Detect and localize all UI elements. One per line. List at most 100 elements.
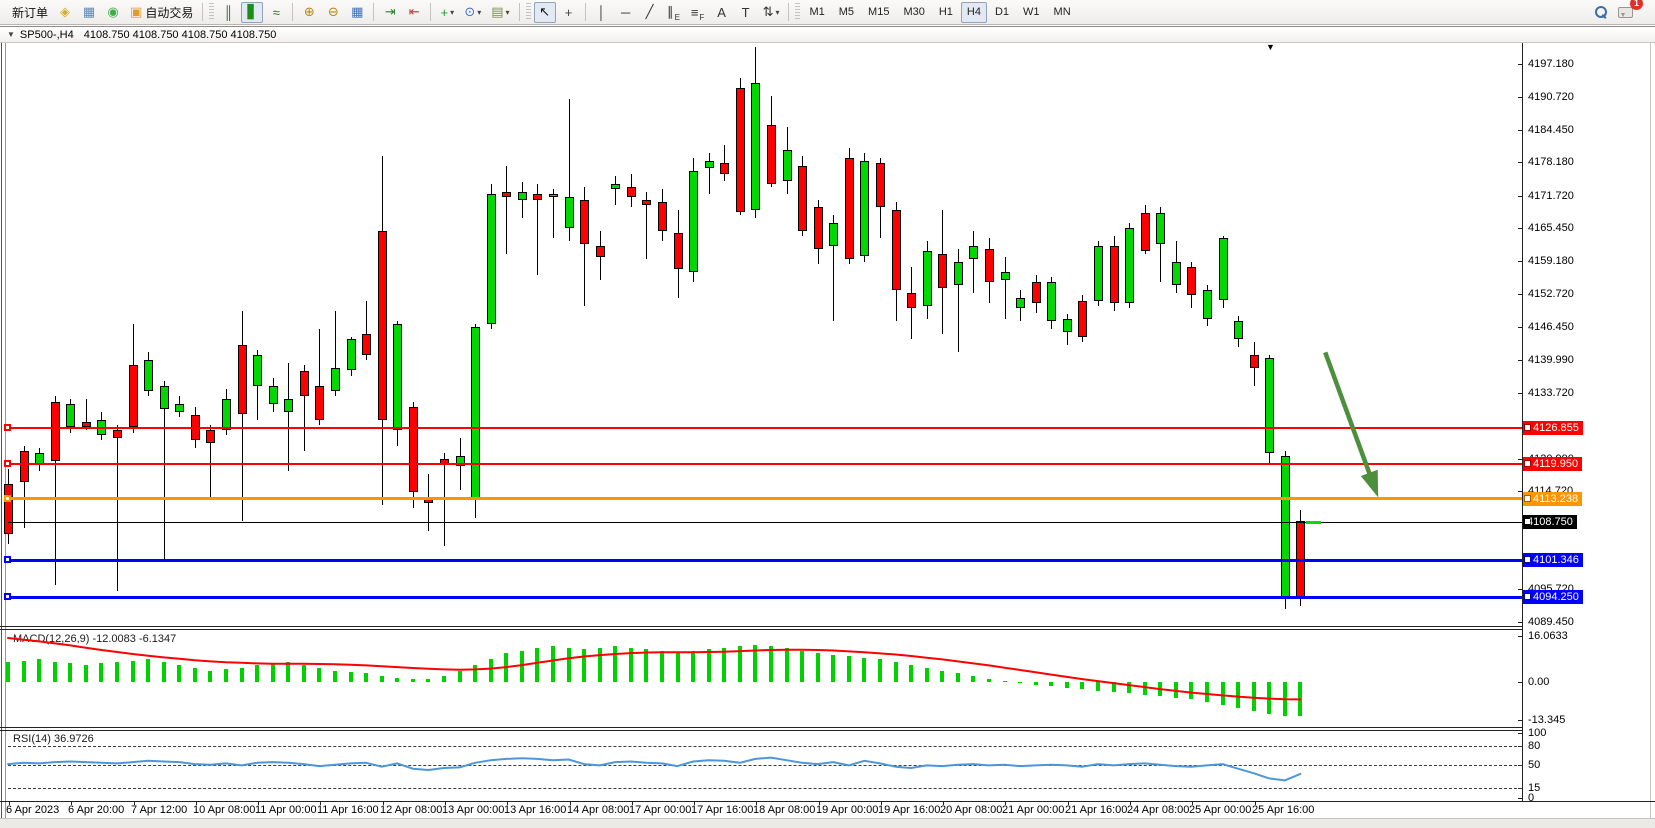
horizontal-line-object[interactable]: [8, 522, 1522, 523]
chart-window-titlebar[interactable]: ▼ SP500-,H4 4108.750 4108.750 4108.750 4…: [0, 26, 1655, 43]
candle-bull: [1265, 358, 1274, 454]
indicators-icon[interactable]: +▾: [436, 2, 458, 23]
crosshair-icon[interactable]: +: [558, 2, 580, 23]
cursor-icon[interactable]: ↖: [534, 2, 556, 23]
macd-histogram-bar: [426, 679, 430, 682]
candle-bull: [1094, 246, 1103, 300]
vertical-line-icon[interactable]: │: [591, 2, 613, 23]
candle-bull: [331, 368, 340, 391]
arrows-icon[interactable]: ⇅▾: [759, 2, 784, 23]
candle-bear: [51, 402, 60, 462]
bar-chart-icon[interactable]: ║: [217, 2, 239, 23]
line-chart-icon[interactable]: ≈: [265, 2, 287, 23]
candle-bear: [642, 200, 651, 205]
price-axis-tick: [1518, 97, 1522, 98]
text-icon[interactable]: A: [711, 2, 733, 23]
arrows-icon-dropdown[interactable]: ▾: [775, 8, 779, 17]
periods-icon-dropdown[interactable]: ▾: [477, 8, 481, 17]
periods-icon[interactable]: ⊙▾: [460, 2, 485, 23]
horizontal-line-object[interactable]: [8, 463, 1522, 465]
candle-bull: [923, 251, 932, 305]
candle-bull: [611, 184, 620, 189]
timeframe-button-m1[interactable]: M1: [803, 2, 830, 23]
new-order-icon[interactable]: ◈: [54, 2, 76, 23]
timeframe-button-m5[interactable]: M5: [833, 2, 860, 23]
templates-icon[interactable]: ▤▾: [487, 2, 513, 23]
timeframe-button-h1[interactable]: H1: [933, 2, 959, 23]
bar-chart-icon: ║: [224, 5, 233, 20]
candle-wick: [522, 182, 523, 218]
macd-pane-top-border2: [0, 629, 1523, 630]
notifications-button[interactable]: 1: [1614, 2, 1637, 23]
macd-histogram-bar: [162, 662, 166, 682]
macd-histogram-bar: [660, 651, 664, 683]
chart-title-symbol: SP500-,H4: [20, 29, 74, 41]
candle-bear: [1032, 282, 1041, 303]
macd-histogram-bar: [489, 659, 493, 682]
macd-histogram-bar: [1283, 682, 1287, 716]
chart-shift-icon[interactable]: ⇤: [403, 2, 425, 23]
macd-histogram-bar: [1065, 682, 1069, 688]
chart-area[interactable]: 4197.1804190.7204184.4504178.1804171.720…: [0, 43, 1655, 828]
templates-icon-dropdown[interactable]: ▾: [506, 8, 510, 17]
macd-histogram-bar: [504, 653, 508, 682]
timeframe-button-m30[interactable]: M30: [897, 2, 930, 23]
new-order-button[interactable]: 新订单: [5, 2, 52, 23]
chart-shift-icon: ⇤: [409, 4, 420, 20]
macd-histogram-bar: [473, 665, 477, 682]
chart-collapse-icon[interactable]: ▼: [7, 30, 15, 39]
macd-histogram-bar: [956, 673, 960, 682]
auto-scroll-icon[interactable]: ⇥: [379, 2, 401, 23]
timeframe-button-m15[interactable]: M15: [862, 2, 895, 23]
toolbar-grip[interactable]: [209, 3, 214, 21]
hline-anchor-marker[interactable]: [4, 556, 11, 563]
toolbar-grip[interactable]: [795, 3, 800, 21]
macd-histogram-bar: [1018, 682, 1022, 683]
macd-histogram-bar: [925, 668, 929, 682]
time-axis-label: 7 Apr 12:00: [131, 804, 187, 816]
hline-anchor-marker[interactable]: [4, 495, 11, 502]
horizontal-line-object[interactable]: [8, 427, 1522, 429]
timeframe-button-h4[interactable]: H4: [961, 2, 987, 23]
timeframe-button-mn[interactable]: MN: [1048, 2, 1077, 23]
notification-badge: 1: [1630, 0, 1643, 10]
toolbar-grip[interactable]: [526, 3, 531, 21]
signal-icon[interactable]: ◉: [102, 2, 124, 23]
timeframe-button-w1[interactable]: W1: [1017, 2, 1046, 23]
horizontal-line-icon[interactable]: ─: [615, 2, 637, 23]
macd-histogram-bar: [598, 648, 602, 682]
equidistant-channel-icon[interactable]: ∥E: [663, 2, 685, 23]
text-label-icon[interactable]: T: [735, 2, 757, 23]
time-axis-label: 13 Apr 16:00: [504, 804, 566, 816]
candlestick-chart-icon[interactable]: ▋: [241, 2, 263, 23]
hline-anchor-marker[interactable]: [4, 424, 11, 431]
horizontal-line-object[interactable]: [8, 596, 1522, 599]
rsi-pane-top-border2: [0, 730, 1523, 731]
arrow-annotation-head[interactable]: [1361, 470, 1378, 498]
candle-bear: [362, 334, 371, 355]
macd-histogram-bar: [816, 653, 820, 682]
market-watch-icon[interactable]: ▦: [78, 2, 100, 23]
horizontal-line-object[interactable]: [8, 497, 1522, 500]
fibonacci-icon: ≡: [691, 5, 699, 20]
time-axis-label: 10 Apr 08:00: [193, 804, 255, 816]
candle-bull: [347, 339, 356, 370]
zoom-in-icon[interactable]: ⊕: [298, 2, 320, 23]
timeframe-button-d1[interactable]: D1: [989, 2, 1015, 23]
hline-anchor-marker[interactable]: [4, 593, 11, 600]
hline-anchor-marker[interactable]: [4, 460, 11, 467]
trendline-icon[interactable]: ╱: [639, 2, 661, 23]
candle-bear: [814, 207, 823, 248]
window-bottom-edge: [0, 818, 1655, 828]
macd-histogram-bar: [1221, 682, 1225, 705]
indicators-icon-dropdown[interactable]: ▾: [450, 8, 454, 17]
tile-windows-icon[interactable]: ▦: [346, 2, 368, 23]
horizontal-line-object[interactable]: [8, 559, 1522, 562]
zoom-out-icon[interactable]: ⊖: [322, 2, 344, 23]
macd-histogram-bar: [240, 668, 244, 682]
time-axis-label: 17 Apr 16:00: [691, 804, 753, 816]
search-button[interactable]: [1590, 2, 1612, 23]
autotrading-button[interactable]: ▣自动交易: [126, 2, 197, 23]
price-axis-label: 4139.990: [1528, 354, 1574, 366]
fibonacci-icon[interactable]: ≡F: [687, 2, 709, 23]
